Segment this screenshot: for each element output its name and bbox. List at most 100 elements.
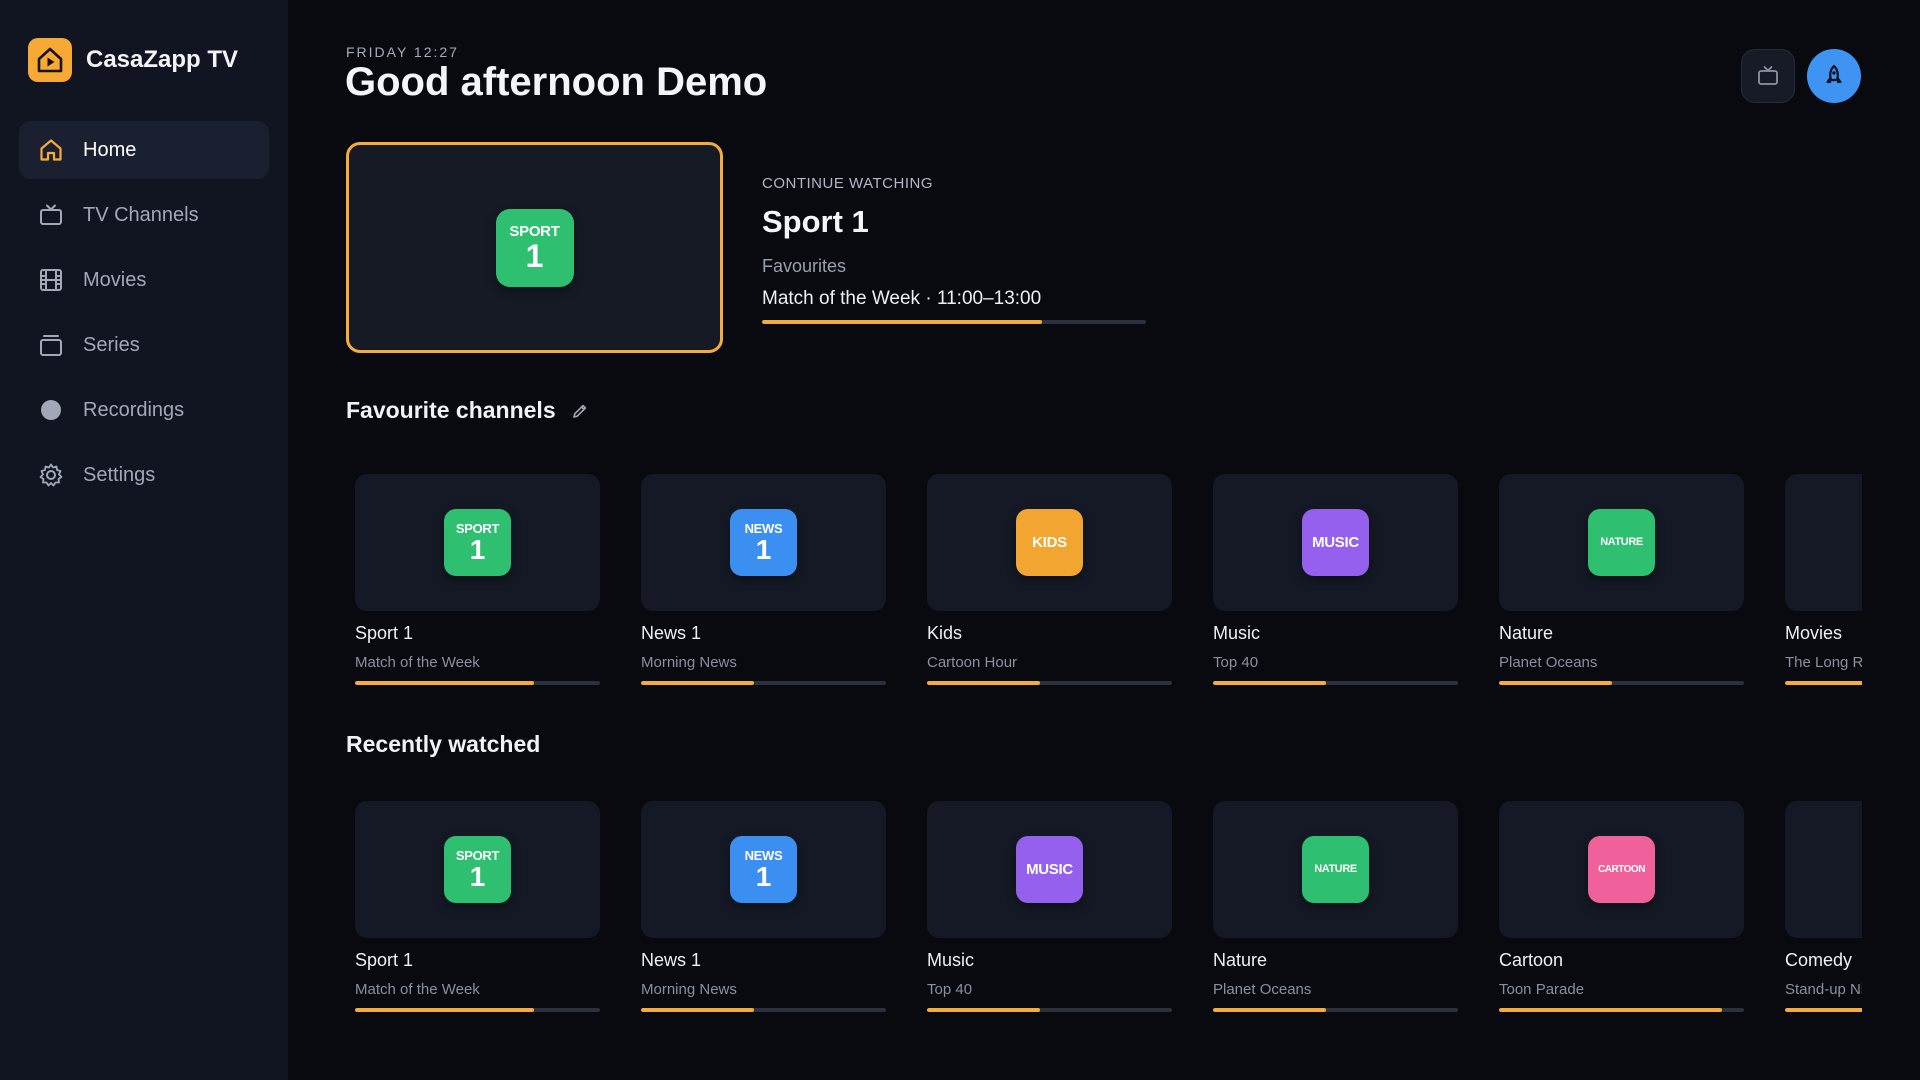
- channel-tile[interactable]: NEWS 1 News 1 Morning News: [641, 801, 886, 1012]
- sidebar-item-tv-channels[interactable]: TV Channels: [19, 186, 269, 244]
- recent-title: Recently watched: [346, 731, 541, 757]
- recent-row: SPORT 1 Sport 1 Match of the Week NEWS 1 News …: [355, 801, 1862, 1021]
- channel-logo: KIDS: [1016, 509, 1083, 576]
- channel-tile[interactable]: MUSIC Music Top 40: [927, 801, 1172, 1012]
- channel-thumbnail: NATURE: [1213, 801, 1458, 938]
- sidebar-item-label: Settings: [83, 463, 156, 486]
- program-title: Stand-up Night: [1785, 981, 1862, 998]
- channel-name: Movies: [1785, 623, 1843, 643]
- progress-bar: [1499, 1008, 1744, 1012]
- sidebar-item-label: Recordings: [83, 398, 185, 421]
- sidebar-item-home[interactable]: Home: [19, 121, 269, 179]
- progress-fill: [1499, 681, 1612, 685]
- progress-bar: [762, 320, 1146, 324]
- channel-name: News 1: [641, 950, 702, 970]
- sidebar-item-settings[interactable]: Settings: [19, 446, 269, 504]
- progress-bar: [641, 1008, 886, 1012]
- sidebar-item-recordings[interactable]: Recordings: [19, 381, 269, 439]
- brand[interactable]: CasaZapp TV: [28, 38, 238, 82]
- progress-bar: [1499, 681, 1744, 685]
- channel-thumbnail: MUSIC: [1213, 474, 1458, 611]
- program-title: Match of the Week: [355, 654, 480, 671]
- channel-name: Kids: [927, 623, 963, 643]
- channel-name: News 1: [641, 623, 702, 643]
- progress-bar: [355, 681, 600, 685]
- channel-name: Sport 1: [355, 950, 414, 970]
- channel-logo: NATURE: [1302, 836, 1369, 903]
- progress-fill: [1213, 681, 1326, 685]
- continue-watching-card[interactable]: SPORT 1: [346, 142, 723, 353]
- edit-favourites-button[interactable]: [568, 399, 592, 423]
- progress-fill: [355, 1008, 534, 1012]
- program-title: Cartoon Hour: [927, 654, 1018, 671]
- progress-fill: [762, 320, 1043, 324]
- channel-thumbnail: SPORT 1: [355, 474, 600, 611]
- channel-tile[interactable]: SPORT 1 Sport 1 Match of the Week: [355, 801, 600, 1012]
- app-name: CasaZapp TV: [86, 46, 239, 73]
- channel-title: Sport 1: [762, 204, 869, 239]
- app-logo-icon: [28, 38, 72, 82]
- sidebar-item-label: Series: [83, 333, 140, 356]
- channel-tile[interactable]: MOVIES Movies The Long Road: [1785, 474, 1862, 685]
- program-title: Planet Oceans: [1499, 654, 1598, 671]
- section-kicker: CONTINUE WATCHING: [762, 175, 933, 192]
- channel-tile[interactable]: SPORT 1 Sport 1 Match of the Week: [355, 474, 600, 685]
- tv-icon: [37, 201, 65, 229]
- progress-bar: [927, 681, 1172, 685]
- progress-fill: [641, 681, 754, 685]
- progress-fill: [927, 681, 1040, 685]
- sidebar-item-series[interactable]: Series: [19, 316, 269, 374]
- channel-logo: SPORT 1: [444, 836, 511, 903]
- sidebar-nav: Home TV Channels Movies Series Recording…: [19, 121, 269, 511]
- sidebar-item-label: Home: [83, 138, 137, 161]
- program-title: Morning News: [641, 981, 737, 998]
- channel-tile[interactable]: MUSIC Music Top 40: [1213, 474, 1458, 685]
- program-title: The Long Road: [1785, 654, 1862, 671]
- progress-bar: [1785, 681, 1862, 685]
- tv-button[interactable]: [1741, 49, 1795, 103]
- channel-tile[interactable]: CARTOON Cartoon Toon Parade: [1499, 801, 1744, 1012]
- channel-thumbnail: CARTOON: [1499, 801, 1744, 938]
- progress-bar: [1213, 1008, 1458, 1012]
- channel-tile[interactable]: NEWS 1 News 1 Morning News: [641, 474, 886, 685]
- date-time: FRIDAY 12:27: [346, 44, 459, 60]
- progress-bar: [1213, 681, 1458, 685]
- sidebar: CasaZapp TV Home TV Channels Movies Seri…: [0, 0, 288, 1080]
- avatar[interactable]: [1807, 49, 1861, 103]
- channel-name: Music: [927, 950, 975, 970]
- channel-logo: NEWS 1: [730, 509, 797, 576]
- series-icon: [37, 331, 65, 359]
- channel-tile[interactable]: COMEDY Comedy Stand-up Night: [1785, 801, 1862, 1012]
- channel-thumbnail: KIDS: [927, 474, 1172, 611]
- tv-icon: [1758, 66, 1778, 85]
- channel-logo: CARTOON: [1588, 836, 1655, 903]
- favourites-title: Favourite channels: [346, 397, 556, 423]
- channel-tile[interactable]: NATURE Nature Planet Oceans: [1213, 801, 1458, 1012]
- channel-thumbnail: NEWS 1: [641, 801, 886, 938]
- progress-fill: [641, 1008, 754, 1012]
- channel-name: Nature: [1213, 950, 1268, 970]
- channel-thumbnail: COMEDY: [1785, 801, 1862, 938]
- channel-logo: MUSIC: [1302, 509, 1369, 576]
- channel-thumbnail: SPORT 1: [355, 801, 600, 938]
- record-icon: [37, 396, 65, 424]
- progress-fill: [1785, 681, 1862, 685]
- home-icon: [37, 136, 65, 164]
- channel-tile[interactable]: NATURE Nature Planet Oceans: [1499, 474, 1744, 685]
- program-title: Top 40: [1213, 654, 1259, 671]
- page-title: Good afternoon Demo: [345, 60, 768, 104]
- channel-thumbnail: MOVIES: [1785, 474, 1862, 611]
- progress-fill: [927, 1008, 1040, 1012]
- channel-logo: SPORT 1: [495, 208, 574, 287]
- channel-group: Favourites: [762, 256, 847, 276]
- channel-thumbnail: NEWS 1: [641, 474, 886, 611]
- progress-fill: [355, 681, 534, 685]
- progress-fill: [1785, 1008, 1862, 1012]
- sidebar-item-movies[interactable]: Movies: [19, 251, 269, 309]
- sidebar-item-label: Movies: [83, 268, 147, 291]
- channel-thumbnail: NATURE: [1499, 474, 1744, 611]
- channel-tile[interactable]: KIDS Kids Cartoon Hour: [927, 474, 1172, 685]
- rocket-icon: [1826, 64, 1842, 83]
- channel-logo: NATURE: [1588, 509, 1655, 576]
- favourites-row: SPORT 1 Sport 1 Match of the Week NEWS 1 News …: [355, 474, 1862, 694]
